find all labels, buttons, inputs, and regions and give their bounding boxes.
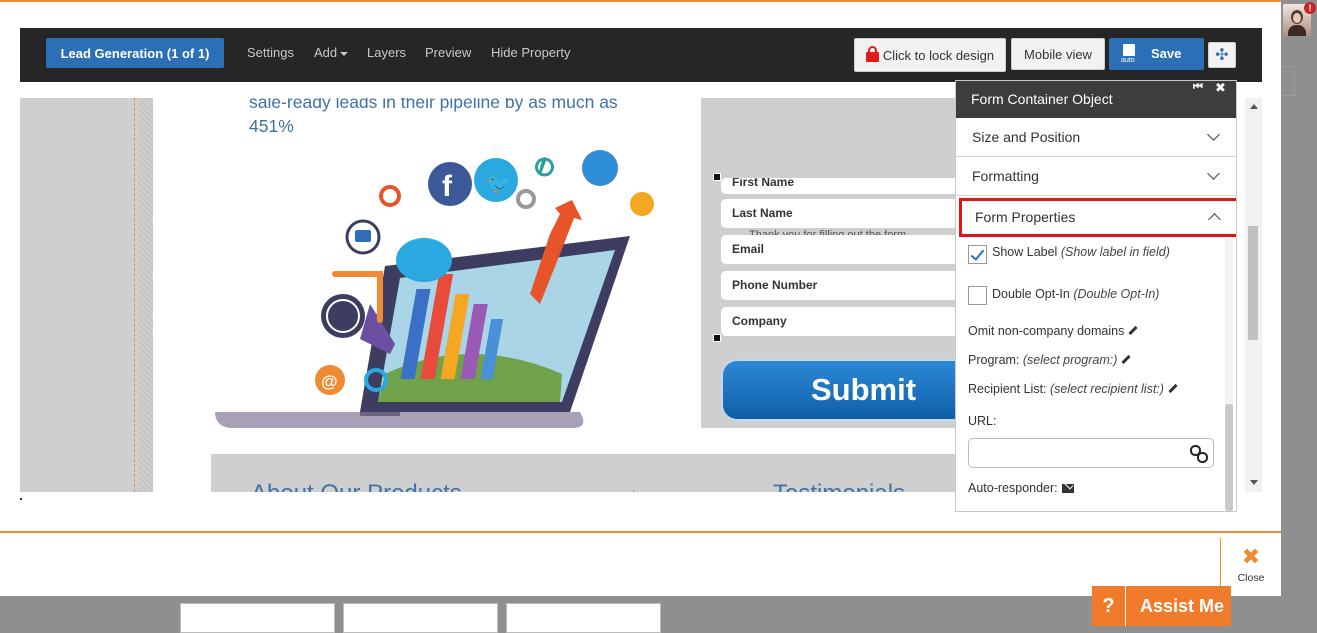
- assist-me-button[interactable]: ? Assist Me: [1092, 586, 1231, 626]
- layers-menu[interactable]: Layers: [367, 45, 406, 60]
- scroll-thumb[interactable]: [1248, 226, 1258, 340]
- link-icon[interactable]: [1189, 444, 1209, 464]
- scroll-down-icon[interactable]: [1250, 480, 1258, 485]
- double-optin-option: Double Opt-In (Double Opt-In): [992, 287, 1160, 301]
- template-thumbnail[interactable]: [180, 603, 335, 633]
- program-option[interactable]: Program: (select program:): [968, 353, 1131, 367]
- omit-domains-option[interactable]: Omit non-company domains: [968, 324, 1138, 338]
- phone-number-field[interactable]: Phone Number: [721, 271, 961, 300]
- panel-scroll-thumb[interactable]: [1225, 404, 1233, 511]
- hide-property-menu[interactable]: Hide Property: [491, 45, 570, 60]
- first-name-field[interactable]: First Name: [721, 178, 961, 194]
- laptop-illustration[interactable]: f 🐦 @: [210, 144, 660, 434]
- close-icon[interactable]: ✖: [1215, 81, 1226, 96]
- help-icon: ?: [1092, 586, 1126, 626]
- panel-header: Form Container Object ⏮ ✖: [956, 81, 1236, 118]
- email-field[interactable]: Email: [721, 235, 961, 264]
- url-label: URL:: [968, 414, 997, 428]
- chevron-down-icon: [1207, 167, 1220, 180]
- save-icon: [1123, 44, 1135, 56]
- caret-down-icon: [340, 51, 349, 56]
- fullscreen-button[interactable]: ✣: [1208, 42, 1236, 68]
- template-thumbnail[interactable]: [343, 603, 498, 633]
- company-field[interactable]: Company: [721, 307, 961, 336]
- modal-divider: [0, 531, 1281, 533]
- url-input[interactable]: [968, 438, 1214, 468]
- background-strip: [1281, 0, 1317, 626]
- chevron-down-icon: [1207, 128, 1220, 141]
- close-x-icon: ✖: [1241, 544, 1261, 569]
- dock-icon[interactable]: ⏮: [1193, 81, 1203, 94]
- panel-scrollbar[interactable]: [1225, 239, 1233, 511]
- lock-icon: [865, 46, 879, 62]
- canvas-gutter: [20, 98, 153, 492]
- submit-button[interactable]: Submit: [721, 359, 961, 421]
- envelope-icon[interactable]: [1061, 484, 1074, 494]
- svg-text:🐦: 🐦: [486, 171, 511, 195]
- show-label-checkbox[interactable]: [968, 245, 987, 264]
- expand-icon: ✣: [1215, 47, 1229, 64]
- template-thumbnail[interactable]: [506, 603, 661, 633]
- svg-text:@: @: [321, 372, 338, 391]
- editor-modal: Lead Generation (1 of 1) Settings Add La…: [0, 0, 1281, 596]
- chevron-up-icon: [1208, 213, 1221, 226]
- page-headline[interactable]: sale-ready leads in their pipeline by as…: [249, 98, 629, 138]
- settings-menu[interactable]: Settings: [247, 45, 294, 60]
- canvas-marker: [20, 498, 22, 500]
- resize-handle[interactable]: [713, 334, 721, 342]
- size-and-position-section[interactable]: Size and Position: [956, 118, 1236, 157]
- svg-text:f: f: [442, 170, 453, 203]
- add-menu[interactable]: Add: [314, 45, 349, 60]
- divider: [633, 490, 634, 492]
- form-container[interactable]: First Name Last Name Thank you for filli…: [701, 98, 961, 428]
- background-box: [1281, 66, 1295, 96]
- form-properties-section[interactable]: Form Properties: [959, 198, 1236, 237]
- panel-title: Form Container Object: [971, 91, 1113, 107]
- editor-toolbar: Lead Generation (1 of 1) Settings Add La…: [20, 28, 1262, 82]
- properties-panel: Form Container Object ⏮ ✖ Size and Posit…: [955, 80, 1237, 512]
- autoresponder-option[interactable]: Auto-responder:: [968, 481, 1074, 495]
- section-heading: About Our Products: [251, 480, 462, 492]
- autosave-label: auto: [1121, 57, 1135, 64]
- pencil-icon[interactable]: [1168, 384, 1178, 394]
- canvas-scrollbar[interactable]: [1245, 98, 1262, 492]
- scroll-up-icon[interactable]: [1250, 104, 1258, 109]
- pencil-icon[interactable]: [1121, 355, 1131, 365]
- formatting-section[interactable]: Formatting: [956, 157, 1236, 196]
- pencil-icon[interactable]: [1128, 326, 1138, 336]
- double-optin-checkbox[interactable]: [968, 286, 987, 305]
- notification-badge[interactable]: !: [1304, 2, 1316, 14]
- mobile-view-button[interactable]: Mobile view: [1011, 38, 1105, 70]
- section-heading: Testimonials: [773, 480, 905, 492]
- recipient-list-option[interactable]: Recipient List: (select recipient list:): [968, 382, 1178, 396]
- save-button[interactable]: auto Save: [1109, 38, 1204, 70]
- last-name-field[interactable]: Last Name: [721, 199, 961, 228]
- lock-design-button[interactable]: Click to lock design: [854, 38, 1006, 72]
- show-label-option: Show Label (Show label in field): [992, 245, 1170, 259]
- resize-handle[interactable]: [713, 173, 721, 181]
- section-band[interactable]: About Our Products Testimonials: [211, 454, 956, 492]
- lead-generation-button[interactable]: Lead Generation (1 of 1): [46, 38, 224, 68]
- preview-menu[interactable]: Preview: [425, 45, 471, 60]
